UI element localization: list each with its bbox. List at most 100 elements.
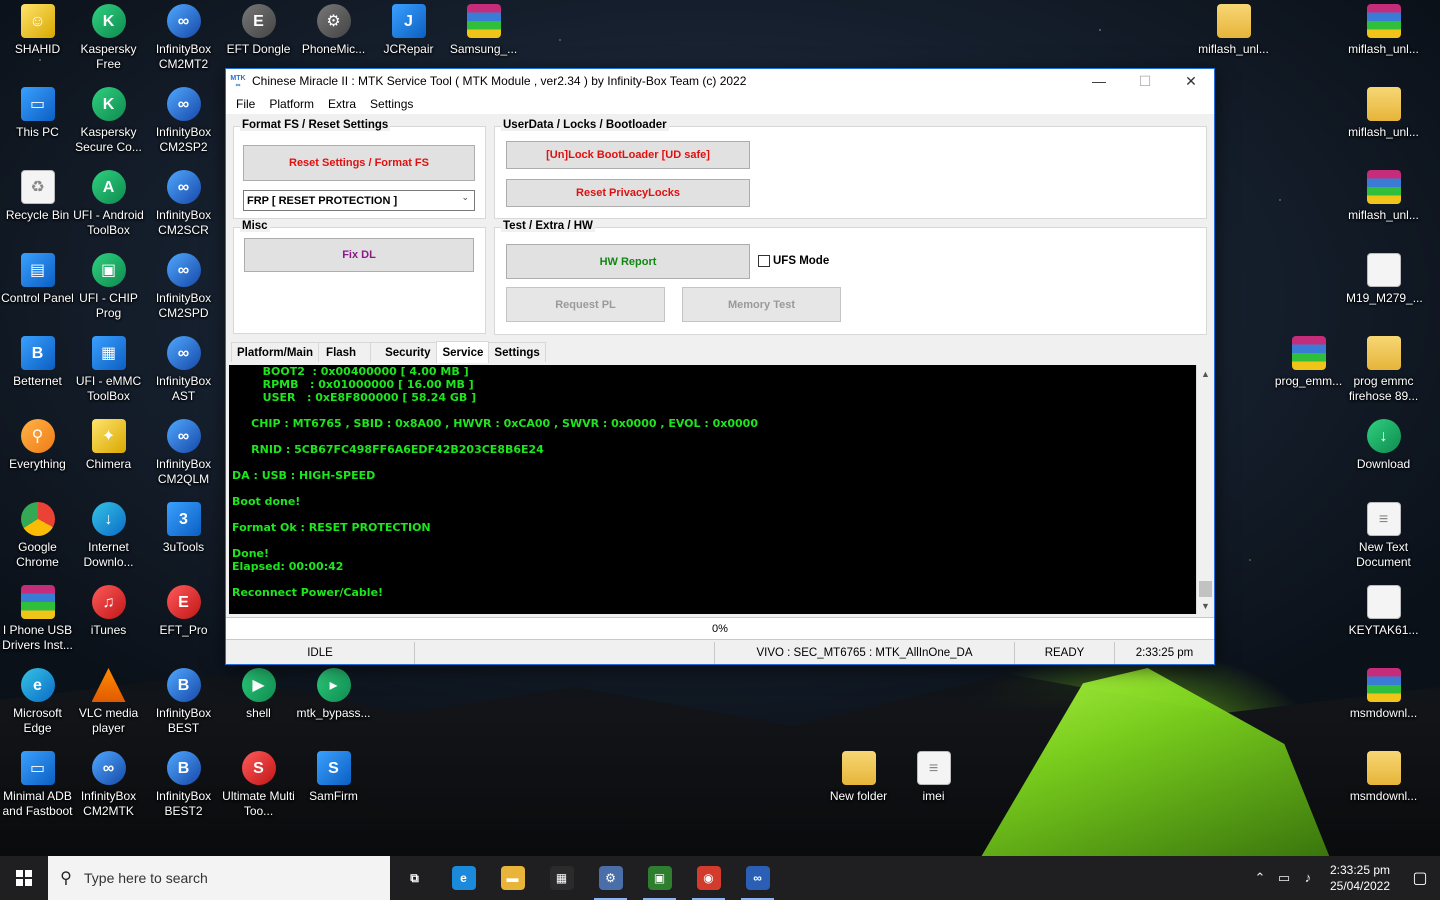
scroll-thumb[interactable]: [1199, 581, 1212, 597]
log-scrollbar[interactable]: ▲ ▼: [1196, 365, 1213, 614]
desktop-icon[interactable]: B InfinityBox BEST: [146, 668, 221, 736]
eft-pro-icon: E: [166, 585, 201, 619]
scroll-up-icon[interactable]: ▲: [1197, 365, 1214, 382]
desktop-icon[interactable]: miflash_unl...: [1346, 87, 1421, 140]
tab-platform-main[interactable]: Platform/Main: [231, 342, 320, 362]
ufs-mode-checkbox[interactable]: UFS Mode: [758, 255, 829, 267]
desktop-icon[interactable]: ☺ SHAHID: [0, 4, 75, 57]
desktop-icon[interactable]: A UFI - Android ToolBox: [71, 170, 146, 238]
desktop-icon[interactable]: ↓ Download: [1346, 419, 1421, 472]
desktop-icon[interactable]: ∞ InfinityBox CM2SP2: [146, 87, 221, 155]
desktop-icon[interactable]: ▦ UFI - eMMC ToolBox: [71, 336, 146, 404]
reset-privacylocks-button[interactable]: Reset PrivacyLocks: [506, 179, 750, 207]
desktop-icon-label: Kaspersky Free: [80, 42, 137, 71]
taskbar-item-task-view[interactable]: ⧉: [390, 856, 439, 900]
desktop-icon[interactable]: E EFT_Pro: [146, 585, 221, 638]
start-button[interactable]: [0, 856, 48, 900]
taskbar-clock[interactable]: 2:33:25 pm 25/04/2022: [1320, 862, 1400, 894]
fix-dl-button[interactable]: Fix DL: [244, 238, 474, 272]
desktop-icon[interactable]: ∞ InfinityBox CM2SCR: [146, 170, 221, 238]
desktop-icon[interactable]: msmdownl...: [1346, 668, 1421, 721]
volume-icon[interactable]: ♪: [1296, 870, 1320, 886]
taskbar-item-chrome[interactable]: ◉: [684, 856, 733, 900]
memory-test-button[interactable]: Memory Test: [682, 287, 841, 322]
menu-extra[interactable]: Extra: [321, 97, 363, 111]
close-icon[interactable]: ✕: [1168, 69, 1214, 93]
magnifier-icon: ⚲: [20, 419, 55, 453]
desktop-icon[interactable]: ∞ InfinityBox CM2MTK: [71, 751, 146, 819]
desktop-icon[interactable]: J JCRepair: [371, 4, 446, 57]
taskbar-item-app-chip[interactable]: ▣: [635, 856, 684, 900]
chevron-up-icon[interactable]: ⌃: [1248, 870, 1272, 886]
reset-settings-format-fs-button[interactable]: Reset Settings / Format FS: [243, 145, 475, 181]
desktop-icon[interactable]: prog_emm...: [1271, 336, 1346, 389]
desktop-icon[interactable]: B Betternet: [0, 336, 75, 389]
taskbar-search[interactable]: ⚲ Type here to search: [48, 856, 390, 900]
notification-icon[interactable]: ▢: [1400, 868, 1440, 888]
desktop-icon[interactable]: New folder: [821, 751, 896, 804]
desktop-icon[interactable]: I Phone USB Drivers Inst...: [0, 585, 75, 653]
unlock-bootloader-button[interactable]: [Un]Lock BootLoader [UD safe]: [506, 141, 750, 169]
title-bar[interactable]: MTK ∞ Chinese Miracle II : MTK Service To…: [226, 69, 1214, 93]
desktop-icon[interactable]: ♻ Recycle Bin: [0, 170, 75, 223]
desktop-icon[interactable]: ≡ imei: [896, 751, 971, 804]
desktop-icon[interactable]: ▣ UFI - CHIP Prog: [71, 253, 146, 321]
desktop-icon[interactable]: e Microsoft Edge: [0, 668, 75, 736]
format-mode-select[interactable]: FRP [ RESET PROTECTION ] ⌄: [243, 190, 475, 211]
desktop-icon[interactable]: miflash_unl...: [1346, 4, 1421, 57]
tab-flash[interactable]: Flash: [318, 342, 372, 362]
log-console[interactable]: BOOT2 : 0x00400000 [ 4.00 MB ] RPMB : 0x…: [229, 365, 1196, 614]
tab-settings[interactable]: Settings: [488, 342, 546, 362]
scroll-down-icon[interactable]: ▼: [1197, 597, 1214, 614]
desktop-icon[interactable]: Google Chrome: [0, 502, 75, 570]
menu-file[interactable]: File: [229, 97, 262, 111]
desktop-icon[interactable]: ∞ InfinityBox CM2MT2: [146, 4, 221, 72]
desktop-icon[interactable]: K Kaspersky Secure Co...: [71, 87, 146, 155]
maximize-icon[interactable]: ☐: [1122, 69, 1168, 93]
desktop-icon[interactable]: S Ultimate Multi Too...: [221, 751, 296, 819]
desktop-icon[interactable]: KEYTAK61...: [1346, 585, 1421, 638]
tab-security[interactable]: Security: [370, 342, 438, 362]
desktop-icon[interactable]: M19_M279_...: [1346, 253, 1423, 306]
menu-platform[interactable]: Platform: [262, 97, 321, 111]
desktop-icon[interactable]: ∞ InfinityBox AST: [146, 336, 221, 404]
taskbar-item-edge[interactable]: e: [439, 856, 488, 900]
desktop-icon[interactable]: ≡ New Text Document: [1346, 502, 1421, 570]
desktop-icon[interactable]: ▶ shell: [221, 668, 296, 721]
desktop-icon[interactable]: ✦ Chimera: [71, 419, 146, 472]
gear-chip-icon: ⚙: [316, 4, 351, 38]
desktop-icon[interactable]: ∞ InfinityBox CM2QLM: [146, 419, 221, 487]
desktop-icon[interactable]: ▤ Control Panel: [0, 253, 75, 306]
ufs-mode-checkbox-box[interactable]: [758, 255, 770, 267]
desktop-icon[interactable]: S SamFirm: [296, 751, 371, 804]
taskbar-item-file-explorer[interactable]: ▬: [488, 856, 537, 900]
desktop-icon[interactable]: msmdownl...: [1346, 751, 1421, 804]
taskbar-item-store[interactable]: ▦: [537, 856, 586, 900]
desktop-icon[interactable]: ▭ Minimal ADB and Fastboot: [0, 751, 75, 819]
taskbar-item-app-network[interactable]: ⚙: [586, 856, 635, 900]
taskbar-item-mtk-tool[interactable]: ∞: [733, 856, 782, 900]
request-pl-button[interactable]: Request PL: [506, 287, 665, 322]
desktop-icon[interactable]: ▭ This PC: [0, 87, 75, 140]
desktop-icon[interactable]: ⚙ PhoneMic...: [296, 4, 371, 57]
desktop-icon[interactable]: E EFT Dongle: [221, 4, 296, 57]
desktop-icon[interactable]: ∞ InfinityBox CM2SPD: [146, 253, 221, 321]
tab-service[interactable]: Service: [436, 341, 490, 363]
desktop-icon[interactable]: prog emmc firehose 89...: [1346, 336, 1421, 404]
desktop-icon-label: M19_M279_...: [1346, 291, 1423, 305]
desktop-icon[interactable]: 3 3uTools: [146, 502, 221, 555]
desktop-icon[interactable]: Samsung_...: [446, 4, 521, 57]
desktop-icon[interactable]: VLC media player: [71, 668, 146, 736]
network-icon[interactable]: ▭: [1272, 870, 1296, 886]
desktop-icon[interactable]: ↓ Internet Downlo...: [71, 502, 146, 570]
minimize-icon[interactable]: —: [1076, 69, 1122, 93]
desktop-icon[interactable]: miflash_unl...: [1196, 4, 1271, 57]
desktop-icon[interactable]: B InfinityBox BEST2: [146, 751, 221, 819]
menu-settings[interactable]: Settings: [363, 97, 420, 111]
hw-report-button[interactable]: HW Report: [506, 244, 750, 279]
desktop-icon[interactable]: K Kaspersky Free: [71, 4, 146, 72]
desktop-icon[interactable]: ▸ mtk_bypass...: [296, 668, 371, 721]
desktop-icon[interactable]: ♫ iTunes: [71, 585, 146, 638]
desktop-icon[interactable]: ⚲ Everything: [0, 419, 75, 472]
desktop-icon[interactable]: miflash_unl...: [1346, 170, 1421, 223]
